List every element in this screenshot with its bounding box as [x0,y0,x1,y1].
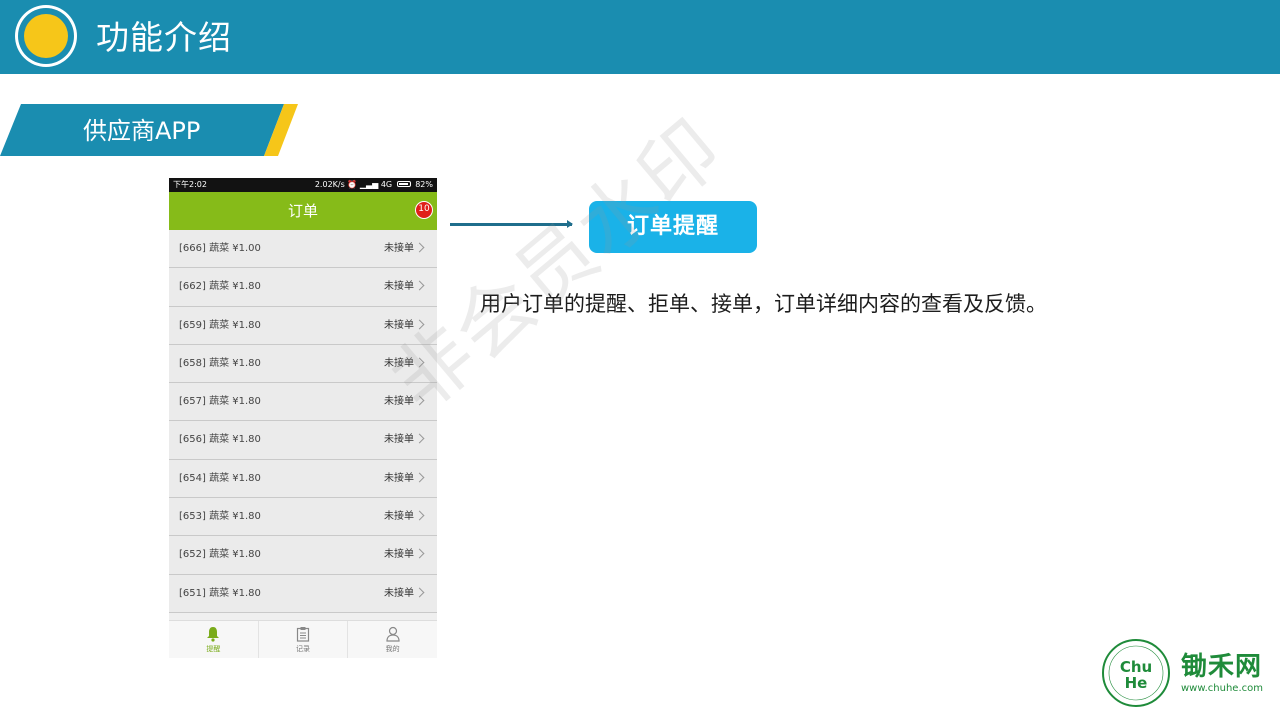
order-status: 未接单 [384,434,414,446]
network-type: 4G [380,180,393,189]
order-status: 未接单 [384,281,414,293]
app-header: 订单 10 [169,192,437,230]
notification-badge[interactable]: 10 [415,201,433,219]
section-label: 供应商APP [83,117,201,145]
order-text: [653] 蔬菜 ¥1.80 [179,511,261,523]
chuhe-logo-icon: Chu He [1102,639,1170,707]
bottom-tab-bar: 提醒 记录 我的 [169,620,437,658]
order-row[interactable]: [651] 蔬菜 ¥1.80 未接单 [169,574,437,613]
order-row[interactable]: [654] 蔬菜 ¥1.80 未接单 [169,459,437,499]
order-text: [658] 蔬菜 ¥1.80 [179,357,261,369]
tab-records[interactable]: 记录 [257,621,348,658]
signal-icon: ▁▃▅ [359,180,381,189]
chevron-right-icon [414,242,425,253]
chevron-right-icon [414,587,425,598]
page-title: 功能介绍 [96,18,232,57]
order-status: 未接单 [384,511,414,523]
order-row[interactable]: [657] 蔬菜 ¥1.80 未接单 [169,383,437,422]
order-text: [657] 蔬菜 ¥1.80 [179,396,261,408]
chevron-right-icon [414,434,425,444]
clipboard-icon [296,627,310,642]
tab-label: 记录 [296,645,310,653]
status-time: 下午2:02 [173,180,207,189]
brand-name: 锄禾网 [1181,652,1263,682]
tab-reminders[interactable]: 提醒 [169,621,258,658]
circle-logo-icon [15,5,77,67]
tab-profile[interactable]: 我的 [347,621,437,658]
bell-icon [207,627,220,642]
order-text: [654] 蔬菜 ¥1.80 [179,472,261,484]
app-title: 订单 [287,202,318,220]
status-bar: 下午2:02 2.02K/s ⏰ ▁▃▅ 4G 82% [169,178,437,192]
order-status: 未接单 [384,472,414,484]
tab-label: 我的 [385,645,400,653]
battery-icon [396,181,411,187]
svg-text:He: He [1125,674,1148,692]
order-text: [652] 蔬菜 ¥1.80 [179,549,261,561]
order-row[interactable]: [652] 蔬菜 ¥1.80 未接单 [169,536,437,575]
alarm-icon: ⏰ [347,180,360,189]
network-speed: 2.02K/s [314,180,345,189]
phone-screenshot: 下午2:02 2.02K/s ⏰ ▁▃▅ 4G 82% 订单 10 [666] … [169,178,437,658]
order-text: [662] 蔬菜 ¥1.80 [179,281,261,293]
chevron-right-icon [414,510,425,521]
chevron-right-icon [414,472,425,483]
order-row[interactable]: [653] 蔬菜 ¥1.80 未接单 [169,498,437,537]
order-text: [656] 蔬菜 ¥1.80 [179,434,261,446]
order-text: [651] 蔬菜 ¥1.80 [179,587,261,599]
top-header-bar: 功能介绍 [0,0,1280,74]
order-status: 未接单 [384,587,414,599]
order-row[interactable]: [656] 蔬菜 ¥1.80 未接单 [169,421,437,460]
status-right: 2.02K/s ⏰ ▁▃▅ 4G 82% [315,178,433,192]
order-status: 未接单 [384,243,414,254]
chevron-right-icon [414,548,425,559]
order-text: [666] 蔬菜 ¥1.00 [179,243,261,254]
order-row[interactable]: [666] 蔬菜 ¥1.00 未接单 [169,230,437,269]
order-row[interactable]: [662] 蔬菜 ¥1.80 未接单 [169,268,437,307]
tab-label: 提醒 [206,645,221,653]
order-list: [666] 蔬菜 ¥1.00 未接单 [662] 蔬菜 ¥1.80 未接单 [6… [169,230,437,613]
battery-level: 82% [415,180,433,189]
chevron-right-icon [414,280,425,291]
order-status: 未接单 [384,549,414,561]
brand-url: www.chuhe.com [1181,683,1263,694]
person-icon [386,626,400,642]
order-text: [659] 蔬菜 ¥1.80 [179,319,261,331]
